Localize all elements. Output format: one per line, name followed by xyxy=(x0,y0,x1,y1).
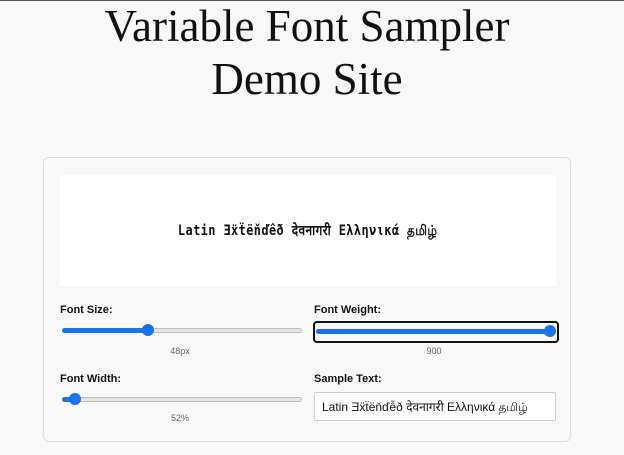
page-title: Variable Font Sampler Demo Site xyxy=(0,0,614,106)
font-weight-slider-fill xyxy=(316,329,550,334)
font-weight-slider[interactable] xyxy=(313,321,559,343)
font-width-label: Font Width: xyxy=(60,373,121,385)
sample-text-input[interactable] xyxy=(314,392,556,421)
font-size-label: Font Size: xyxy=(60,304,113,316)
font-size-slider[interactable] xyxy=(62,323,302,339)
font-size-slider-thumb[interactable] xyxy=(141,324,154,336)
font-width-value: 52% xyxy=(170,413,189,423)
page-title-line-1: Variable Font Sampler xyxy=(104,1,510,51)
font-preview-box: Latin Ǝẍẗëňďễð देवनागरी Ελληνικά தமிழ் xyxy=(60,175,556,286)
font-size-slider-fill xyxy=(62,328,148,333)
font-width-slider[interactable] xyxy=(62,392,302,408)
font-size-value: 48px xyxy=(170,346,190,356)
page-title-line-2: Demo Site xyxy=(211,54,403,104)
font-weight-label: Font Weight: xyxy=(314,304,381,316)
font-preview-text: Latin Ǝẍẗëňďễð देवनागरी Ελληνικά தமிழ் xyxy=(178,222,438,239)
font-weight-slider-thumb[interactable] xyxy=(544,325,556,337)
font-width-slider-track[interactable] xyxy=(62,397,302,402)
font-width-slider-thumb[interactable] xyxy=(68,393,81,405)
font-weight-value: 900 xyxy=(426,346,442,356)
sample-text-label: Sample Text: xyxy=(314,373,382,385)
